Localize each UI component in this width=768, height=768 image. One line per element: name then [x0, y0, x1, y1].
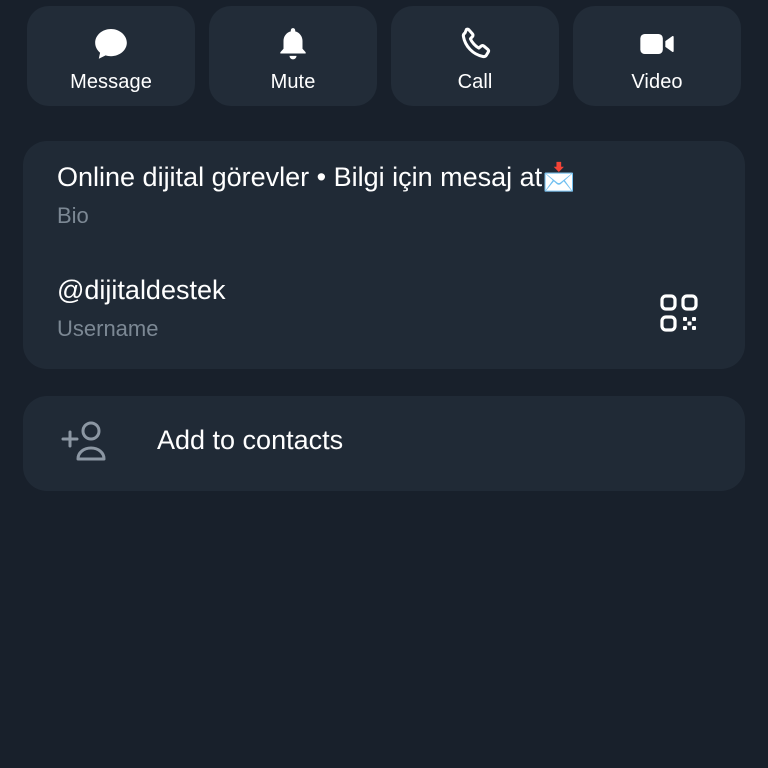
video-camera-icon	[637, 24, 677, 64]
add-to-contacts-button[interactable]: Add to contacts	[23, 396, 745, 491]
bell-icon	[273, 24, 313, 64]
video-button[interactable]: Video	[573, 6, 741, 106]
add-person-icon	[61, 420, 111, 464]
info-card: Online dijital görevler • Bilgi için mes…	[23, 141, 745, 369]
call-button[interactable]: Call	[391, 6, 559, 106]
username-label: Username	[57, 316, 159, 341]
mute-button[interactable]: Mute	[209, 6, 377, 106]
chat-bubble-icon	[91, 24, 131, 64]
message-button-label: Message	[70, 71, 152, 93]
video-button-label: Video	[631, 71, 683, 93]
username-text: @dijitaldestek	[57, 275, 226, 305]
username-row[interactable]: @dijitaldestek Username	[57, 275, 226, 342]
bio-label: Bio	[57, 203, 89, 228]
profile-screen: Message Mute Call Video Online dijital g…	[0, 0, 768, 768]
action-buttons-row: Message Mute Call Video	[27, 6, 741, 106]
bio-text: Online dijital görevler • Bilgi için mes…	[57, 162, 576, 192]
phone-icon	[455, 24, 495, 64]
message-button[interactable]: Message	[27, 6, 195, 106]
bio-row[interactable]: Online dijital görevler • Bilgi için mes…	[57, 161, 576, 229]
mute-button-label: Mute	[270, 71, 316, 93]
call-button-label: Call	[457, 71, 493, 93]
qr-code-icon[interactable]	[657, 291, 701, 335]
add-to-contacts-label: Add to contacts	[157, 425, 344, 455]
